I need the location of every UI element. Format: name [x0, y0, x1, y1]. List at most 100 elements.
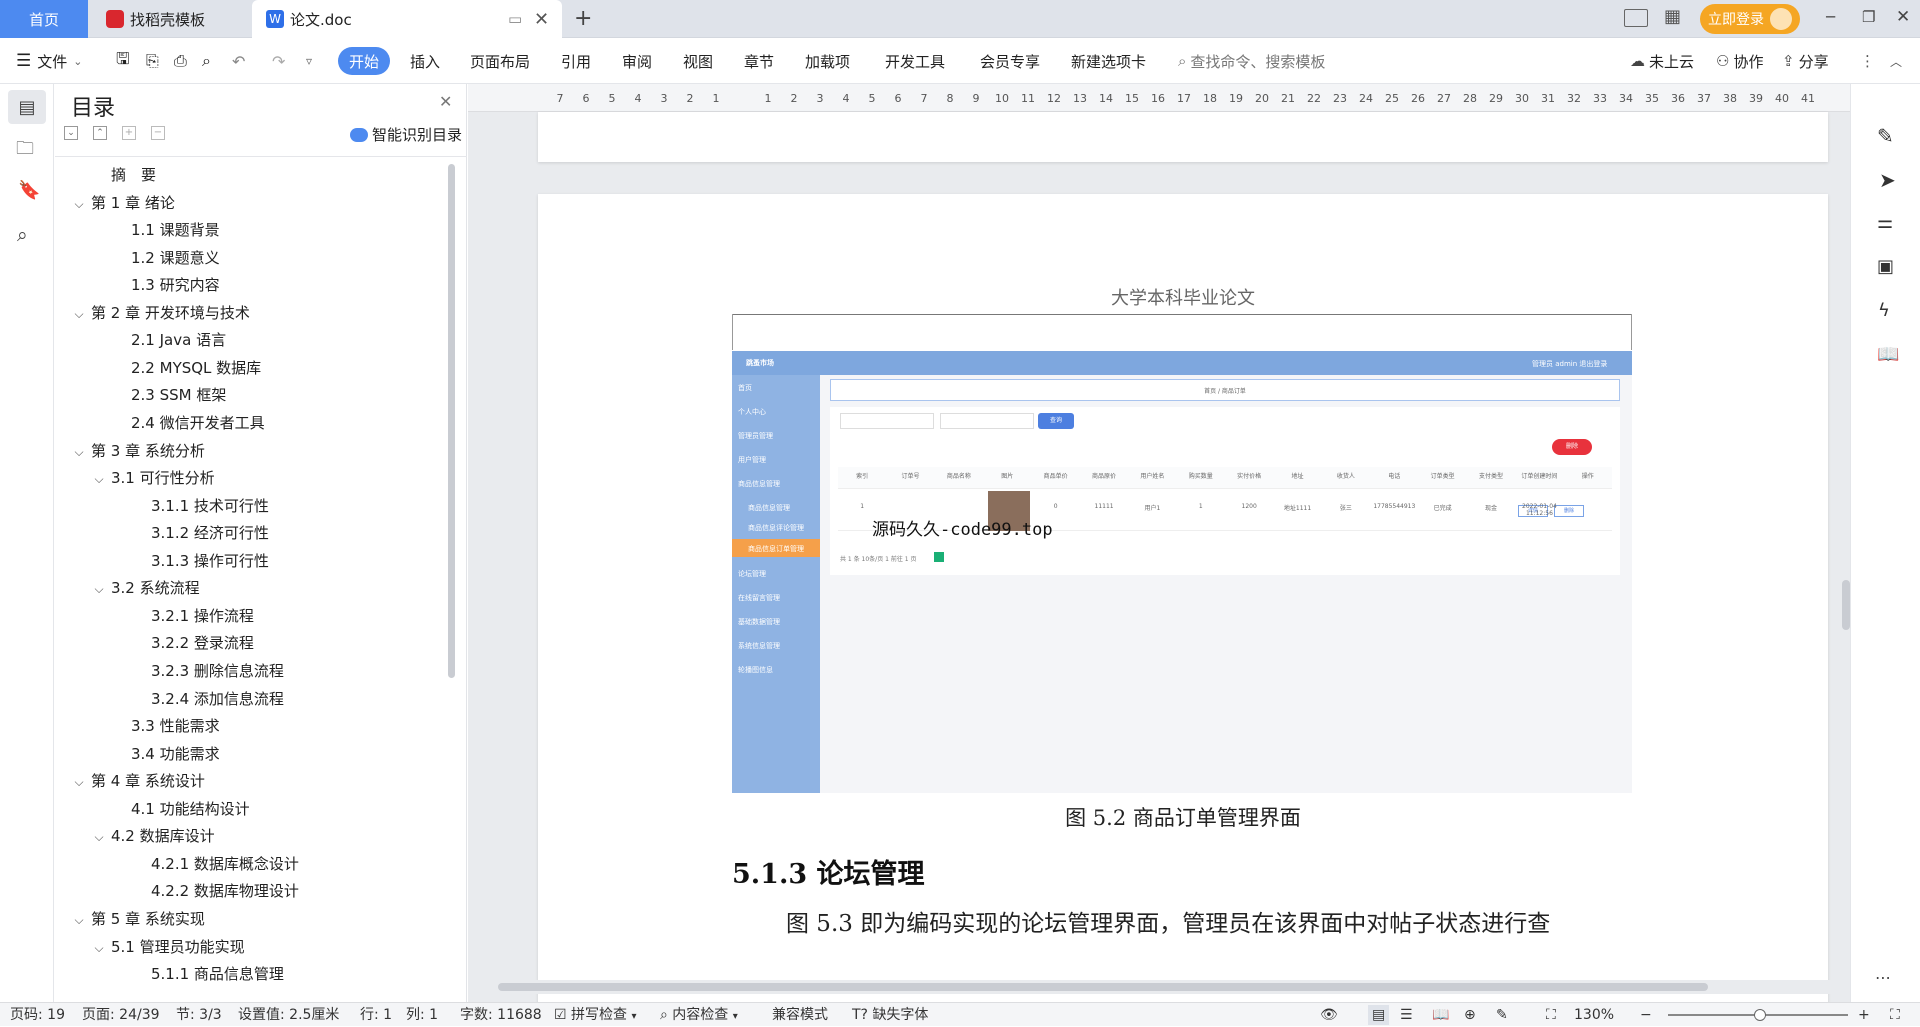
toc-item[interactable]: 4.2.2 数据库物理设计	[131, 878, 299, 904]
menu-tab-view[interactable]: 视图	[683, 38, 713, 84]
toc-panel-icon[interactable]: ▤	[8, 90, 46, 124]
print-icon[interactable]: ⎙	[174, 38, 187, 84]
outline-view-icon[interactable]: ☰	[1400, 1005, 1413, 1025]
spell-check-button[interactable]: ☑ 拼写检查 ▾	[554, 1005, 637, 1025]
toc-item[interactable]: 2.2 MYSQL 数据库	[111, 355, 261, 381]
image-tool-icon[interactable]: ▣	[1877, 256, 1894, 277]
menu-tab-insert[interactable]: 插入	[410, 38, 440, 84]
status-pages[interactable]: 页面: 24/39	[82, 1005, 160, 1025]
file-menu[interactable]: ☰ 文件 ⌄	[16, 38, 82, 84]
horizontal-scrollbar-track[interactable]	[478, 980, 1838, 994]
add-heading-icon[interactable]: +	[122, 126, 136, 140]
select-cursor-icon[interactable]: ➤	[1879, 168, 1896, 192]
menu-tab-addins[interactable]: 加载项	[805, 38, 850, 84]
menu-tab-review[interactable]: 审阅	[622, 38, 652, 84]
chevron-down-icon[interactable]: ⌵	[71, 769, 87, 795]
eye-protection-icon[interactable]: 👁	[1320, 1005, 1338, 1025]
tab-monitor-icon[interactable]: ▭	[508, 10, 522, 28]
nav-pane-icon[interactable]: 🗀	[16, 136, 34, 166]
print-preview-icon[interactable]: ⌕	[202, 38, 211, 84]
tab-template[interactable]: 找稻壳模板	[90, 0, 250, 38]
remove-heading-icon[interactable]: −	[151, 126, 165, 140]
missing-font-button[interactable]: T? 缺失字体	[852, 1005, 928, 1025]
adjust-sliders-icon[interactable]: ⚌	[1877, 212, 1893, 233]
zoom-level[interactable]: 130%	[1574, 1005, 1614, 1025]
toc-item[interactable]: 2.3 SSM 框架	[111, 382, 226, 408]
save-icon[interactable]: 🖫	[116, 38, 130, 84]
content-check-button[interactable]: ⌕ 内容检查 ▾	[660, 1005, 738, 1025]
redo-icon[interactable]: ↷	[272, 38, 285, 84]
chevron-down-icon[interactable]: ⌵	[71, 439, 87, 465]
chevron-down-icon[interactable]: ⌵	[91, 576, 107, 602]
find-icon[interactable]: ⌕	[17, 224, 28, 246]
apps-grid-icon[interactable]: ▦	[1664, 6, 1681, 27]
menu-tab-layout[interactable]: 页面布局	[470, 38, 530, 84]
toc-item[interactable]: 摘 要	[91, 162, 156, 188]
chevron-down-icon[interactable]: ⌵	[91, 466, 107, 492]
edit-pen-icon[interactable]: ✎	[1877, 124, 1894, 148]
share-button[interactable]: ⇪ 分享	[1782, 38, 1829, 84]
menu-tab-new[interactable]: 新建选项卡	[1071, 38, 1146, 84]
collapse-ribbon-icon[interactable]: ︿	[1890, 38, 1902, 84]
toc-item[interactable]: 1.3 研究内容	[111, 272, 220, 298]
fullscreen-icon[interactable]: ⛶	[1890, 1005, 1900, 1025]
vertical-scrollbar-track[interactable]	[1842, 94, 1850, 974]
toc-item[interactable]: ⌵ 3.1 可行性分析	[91, 465, 214, 492]
login-button[interactable]: 立即登录	[1700, 4, 1800, 34]
menu-tab-developer[interactable]: 开发工具	[885, 38, 945, 84]
command-search[interactable]: ⌕ 查找命令、搜索模板	[1178, 38, 1325, 84]
document-page[interactable]: 大学本科毕业论文 跳蚤市场 管理员 admin 退出登录 首页 个人中心 管理员…	[538, 194, 1828, 1002]
chevron-down-icon[interactable]: ⌵	[91, 935, 107, 961]
zoom-slider[interactable]	[1668, 1009, 1848, 1021]
reader-icon[interactable]: 📖	[1877, 344, 1899, 365]
close-tab-icon[interactable]: ✕	[534, 9, 549, 30]
vertical-scrollbar-thumb[interactable]	[1842, 580, 1850, 630]
export-pdf-icon[interactable]: ⎘	[146, 38, 159, 84]
chevron-down-icon[interactable]: ⌵	[71, 907, 87, 933]
toc-item[interactable]: 1.1 课题背景	[111, 217, 220, 243]
expand-all-icon[interactable]: ⌄	[64, 126, 78, 140]
toc-item[interactable]: ⌵ 第 5 章 系统实现	[71, 906, 204, 933]
more-tools-icon[interactable]: ⋯	[1875, 968, 1891, 987]
status-setting[interactable]: 设置值: 2.5厘米	[238, 1005, 339, 1025]
menu-tab-reference[interactable]: 引用	[561, 38, 591, 84]
menu-tab-chapter[interactable]: 章节	[744, 38, 774, 84]
fit-page-icon[interactable]: ⛶	[1546, 1005, 1556, 1025]
toc-item[interactable]: ⌵ 第 3 章 系统分析	[71, 438, 204, 465]
zoom-slider-thumb[interactable]	[1754, 1009, 1766, 1021]
toc-item[interactable]: 3.2.1 操作流程	[131, 603, 254, 629]
web-view-icon[interactable]: ⊕	[1464, 1005, 1476, 1025]
close-panel-icon[interactable]: ✕	[439, 92, 452, 111]
collapse-all-icon[interactable]: ⌃	[93, 126, 107, 140]
toc-item[interactable]: ⌵ 第 1 章 绪论	[71, 190, 174, 217]
toc-item[interactable]: ⌵ 5.1 管理员功能实现	[91, 934, 244, 961]
toc-scrollbar[interactable]	[448, 164, 455, 678]
toc-item[interactable]: 3.1.1 技术可行性	[131, 493, 269, 519]
zoom-in-icon[interactable]: +	[1858, 1005, 1870, 1025]
toc-item[interactable]: 2.4 微信开发者工具	[111, 410, 265, 436]
collab-button[interactable]: ⚇ 协作	[1716, 38, 1763, 84]
cloud-status-button[interactable]: ☁ 未上云	[1630, 38, 1694, 84]
chevron-down-icon[interactable]: ⌵	[71, 301, 87, 327]
toc-item[interactable]: ⌵ 第 4 章 系统设计	[71, 768, 204, 795]
toc-item[interactable]: 4.2.1 数据库概念设计	[131, 851, 299, 877]
toc-item[interactable]: 3.2.3 删除信息流程	[131, 658, 284, 684]
horizontal-ruler[interactable]: 7 6 5 4 3 2 1 1 2 3 4 5 6 7 8 9 10 11 12 13 14 15 16 17 18 19 20 21…	[468, 84, 1850, 112]
toc-item[interactable]: 4.1 功能结构设计	[111, 796, 250, 822]
toc-item[interactable]: ⌵ 3.2 系统流程	[91, 575, 199, 602]
undo-icon[interactable]: ↶	[232, 38, 245, 84]
toc-item[interactable]: 3.3 性能需求	[111, 713, 220, 739]
menu-tab-member[interactable]: 会员专享	[980, 38, 1040, 84]
tab-document[interactable]: W 论文.doc ▭ ✕	[252, 0, 562, 38]
toc-item[interactable]: 3.1.2 经济可行性	[131, 520, 269, 546]
chevron-down-icon[interactable]: ⌵	[71, 191, 87, 217]
write-view-icon[interactable]: ✎	[1496, 1005, 1508, 1025]
toc-item[interactable]: 3.1.3 操作可行性	[131, 548, 269, 574]
smart-toc-button[interactable]: 智能识别目录	[350, 124, 462, 145]
zoom-out-icon[interactable]: −	[1640, 1005, 1652, 1025]
lightning-icon[interactable]: ϟ	[1878, 300, 1890, 321]
minimize-icon[interactable]: ─	[1826, 8, 1835, 26]
restore-icon[interactable]: ❐	[1862, 8, 1875, 26]
layout-icon[interactable]	[1624, 9, 1648, 27]
horizontal-scrollbar-thumb[interactable]	[498, 983, 1708, 991]
